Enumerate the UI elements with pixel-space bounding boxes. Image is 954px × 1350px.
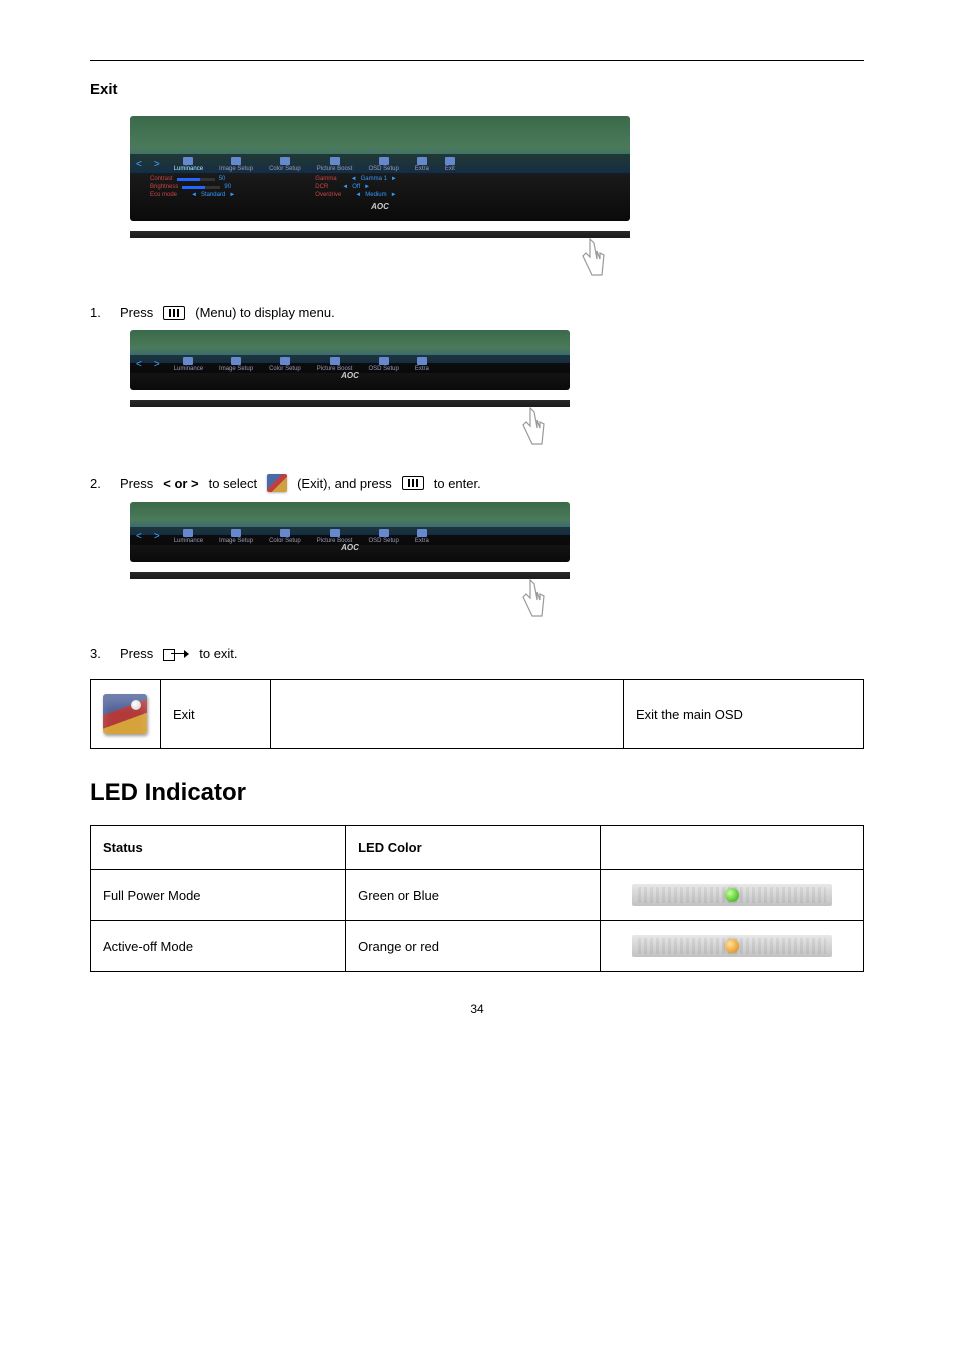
exit-heading: Exit xyxy=(90,81,864,98)
hand-pointer-icon xyxy=(512,576,552,624)
hand-pointer-icon xyxy=(572,235,612,283)
osd-tab-color-setup: Color Setup xyxy=(269,157,301,172)
nav-prev-icon: < xyxy=(136,359,142,370)
step-3: 3. Press to exit. xyxy=(90,646,864,661)
osd-screenshot-step1: < > Luminance Image Setup Color Setup Pi… xyxy=(130,330,570,390)
osd-tab-picture-boost: Picture Boost xyxy=(317,157,353,172)
monitor-bezel-edge-2 xyxy=(130,400,570,460)
exit-desc-cell: Exit the main OSD xyxy=(624,680,864,749)
osd-tab: Extra xyxy=(415,529,429,544)
nav-next-icon: > xyxy=(154,359,160,370)
nav-next-icon: > xyxy=(154,159,160,170)
osd-brand: AOC xyxy=(341,543,359,552)
nav-next-icon: > xyxy=(154,531,160,542)
led-header-color: LED Color xyxy=(346,826,601,870)
exit-large-icon xyxy=(103,694,147,734)
table-row: Active-off Mode Orange or red xyxy=(91,921,864,972)
led-indicator-heading: LED Indicator xyxy=(90,779,864,807)
osd-tab: Picture Boost xyxy=(317,529,353,544)
monitor-bezel-edge-1 xyxy=(130,231,630,291)
osd-tab: OSD Setup xyxy=(368,357,398,372)
osd-tab: Luminance xyxy=(174,529,203,544)
osd-tab-osd-setup: OSD Setup xyxy=(368,157,398,172)
hand-pointer-icon xyxy=(512,404,552,452)
nav-prev-icon: < xyxy=(136,531,142,542)
osd-tab: Image Setup xyxy=(219,357,253,372)
page-number: 34 xyxy=(90,1002,864,1016)
osd-brand: AOC xyxy=(341,371,359,380)
osd-tab: Image Setup xyxy=(219,529,253,544)
osd-tab-extra: Extra xyxy=(415,157,429,172)
osd-tab-luminance: Luminance xyxy=(174,157,203,172)
monitor-bezel-edge-3 xyxy=(130,572,570,632)
osd-tab: Color Setup xyxy=(269,529,301,544)
osd-tab-exit: Exit xyxy=(445,157,455,172)
exit-blank-cell xyxy=(271,680,624,749)
exit-label-cell: Exit xyxy=(161,680,271,749)
led-indicator-table: Status LED Color Full Power Mode Green o… xyxy=(90,825,864,972)
auto-exit-icon xyxy=(163,647,189,661)
top-rule xyxy=(90,60,864,61)
osd-screenshot-step2: < > Luminance Image Setup Color Setup Pi… xyxy=(130,502,570,562)
led-header-status: Status xyxy=(91,826,346,870)
osd-tab: Extra xyxy=(415,357,429,372)
nav-prev-icon: < xyxy=(136,159,142,170)
osd-brand: AOC xyxy=(371,202,389,211)
osd-tab-image-setup: Image Setup xyxy=(219,157,253,172)
led-orange-image xyxy=(632,935,832,957)
menu-icon xyxy=(163,306,185,320)
osd-tab: Luminance xyxy=(174,357,203,372)
osd-settings-rows: Contrast50 Brightness90 Eco mode◄Standar… xyxy=(150,176,397,200)
exit-description-table: Exit Exit the main OSD xyxy=(90,679,864,749)
table-row: Full Power Mode Green or Blue xyxy=(91,870,864,921)
osd-tab: Picture Boost xyxy=(317,357,353,372)
menu-icon xyxy=(402,476,424,490)
step-1: 1. Press (Menu) to display menu. xyxy=(90,305,864,320)
step-2: 2. Press < or > to select (Exit), and pr… xyxy=(90,474,864,492)
led-header-image xyxy=(601,826,864,870)
led-green-image xyxy=(632,884,832,906)
osd-screenshot-full: < > Luminance Image Setup Color Setup Pi… xyxy=(130,116,630,221)
exit-tab-icon xyxy=(267,474,287,492)
osd-tab: OSD Setup xyxy=(368,529,398,544)
osd-tab: Color Setup xyxy=(269,357,301,372)
